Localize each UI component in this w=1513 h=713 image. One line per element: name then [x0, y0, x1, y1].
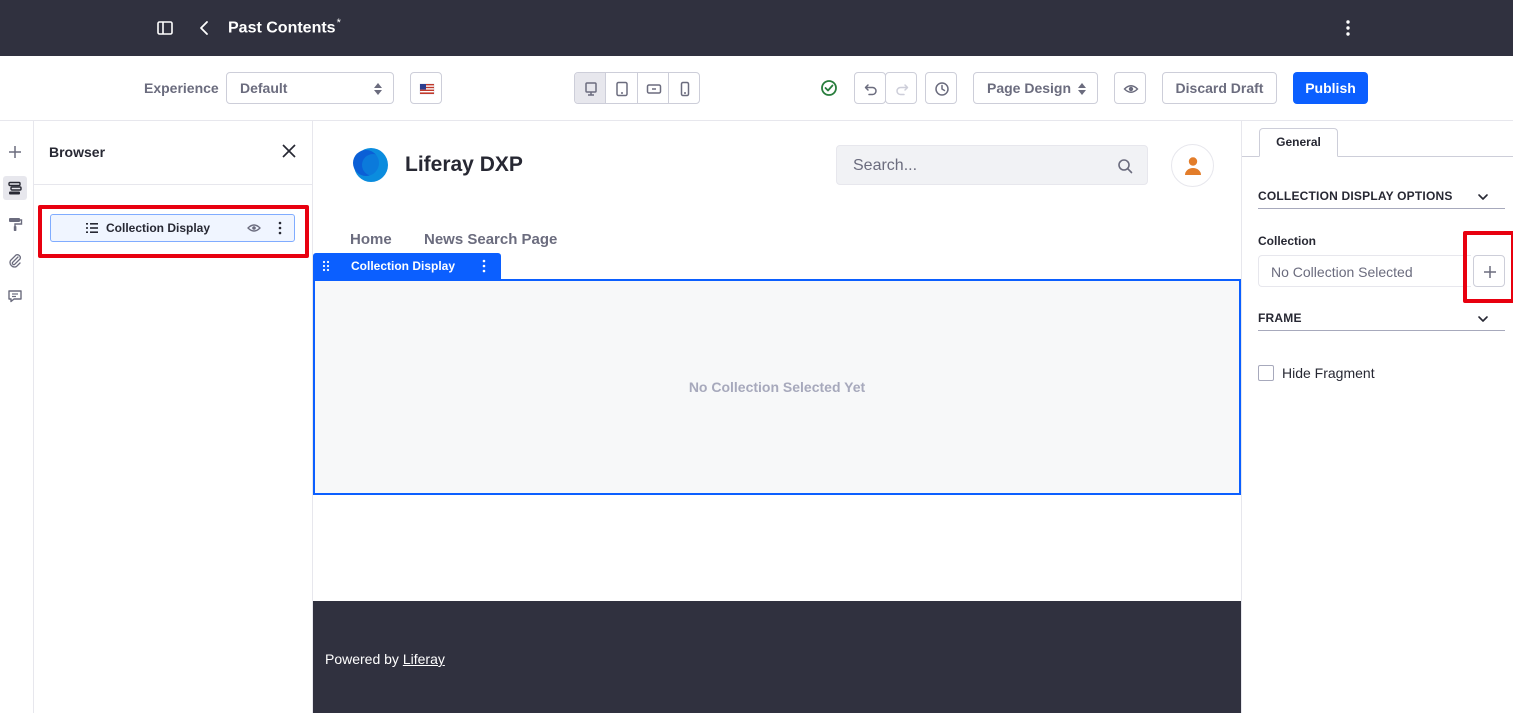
- paint-roller-icon: [9, 218, 23, 231]
- nav-link-news-search[interactable]: News Search Page: [424, 231, 557, 248]
- liferay-logo: [349, 146, 389, 184]
- check-circle-icon: [820, 79, 838, 97]
- browser-panel: Browser Collection Display: [34, 121, 313, 713]
- comments-icon: [8, 290, 22, 303]
- browser-icon: [8, 181, 22, 195]
- sidebar-toggle-icon[interactable]: [156, 19, 174, 37]
- page-design-select[interactable]: Page Design: [973, 72, 1098, 104]
- user-avatar[interactable]: [1171, 144, 1214, 187]
- page-design-options-button[interactable]: [3, 212, 27, 236]
- sidebar-rail: [0, 121, 34, 713]
- discard-draft-button[interactable]: Discard Draft: [1162, 72, 1277, 104]
- browser-button[interactable]: [3, 176, 27, 200]
- history-button[interactable]: [925, 72, 957, 104]
- kebab-icon[interactable]: [277, 221, 283, 235]
- device-preview-group: [574, 72, 700, 104]
- clock-icon: [935, 82, 949, 96]
- plus-icon: [9, 146, 21, 158]
- editor-toolbar: Experience Default Page Design Discard D…: [0, 56, 1513, 121]
- collection-label: Collection: [1258, 234, 1317, 248]
- portrait-phone-icon: [680, 81, 689, 97]
- tree-item-label: Collection Display: [106, 221, 211, 235]
- browser-header: Browser: [34, 121, 313, 185]
- us-flag-icon: [419, 83, 435, 95]
- hide-fragment-label[interactable]: Hide Fragment: [1282, 365, 1375, 381]
- redo-icon: [896, 84, 909, 96]
- landscape-device-button[interactable]: [638, 73, 669, 103]
- list-icon: [85, 221, 99, 235]
- user-icon: [1185, 157, 1201, 175]
- redo-button[interactable]: [885, 72, 917, 104]
- mapping-button[interactable]: [3, 248, 27, 272]
- tablet-icon: [616, 81, 628, 97]
- eye-icon: [1123, 85, 1139, 93]
- back-chevron-icon[interactable]: [196, 19, 214, 37]
- comments-button[interactable]: [3, 284, 27, 308]
- footer-text: Powered by Liferay: [325, 651, 445, 667]
- collection-display-options-section[interactable]: COLLECTION DISPLAY OPTIONS: [1258, 187, 1505, 209]
- landscape-phone-icon: [646, 84, 661, 94]
- hide-fragment-checkbox[interactable]: [1258, 365, 1274, 381]
- kebab-menu-icon[interactable]: [1339, 19, 1357, 37]
- paperclip-icon: [9, 254, 21, 268]
- desktop-icon: [585, 82, 597, 96]
- undo-icon: [864, 84, 877, 96]
- select-arrows-icon: [1078, 83, 1086, 95]
- collection-display-fragment[interactable]: No Collection Selected Yet: [313, 279, 1241, 495]
- search-input[interactable]: Search...: [836, 145, 1148, 185]
- close-icon[interactable]: [281, 143, 297, 159]
- experience-label: Experience: [144, 80, 219, 96]
- drag-handle-icon[interactable]: [322, 260, 330, 272]
- configuration-sidebar: General COLLECTION DISPLAY OPTIONS Colle…: [1241, 121, 1513, 713]
- tab-general[interactable]: General: [1259, 128, 1338, 157]
- site-name: Liferay DXP: [405, 153, 523, 176]
- select-collection-button[interactable]: [1473, 255, 1505, 287]
- page-title: Past Contents*: [228, 17, 341, 37]
- portrait-device-button[interactable]: [669, 73, 699, 103]
- browser-title: Browser: [49, 144, 106, 160]
- fragment-topper[interactable]: Collection Display: [313, 253, 501, 279]
- page-footer: Powered by Liferay: [313, 601, 1241, 713]
- nav-link-home[interactable]: Home: [350, 231, 392, 248]
- frame-section[interactable]: FRAME: [1258, 309, 1505, 331]
- add-fragments-button[interactable]: [3, 140, 27, 164]
- plus-icon: [1484, 266, 1496, 278]
- tree-item-collection-display[interactable]: Collection Display: [50, 214, 295, 242]
- fragment-label: Collection Display: [351, 259, 456, 273]
- eye-icon[interactable]: [247, 222, 261, 234]
- search-icon: [1118, 159, 1133, 174]
- publish-button[interactable]: Publish: [1293, 72, 1368, 104]
- experience-select[interactable]: Default: [226, 72, 394, 104]
- collection-field[interactable]: No Collection Selected: [1258, 255, 1471, 287]
- select-arrows-icon: [374, 83, 382, 95]
- desktop-device-button[interactable]: [575, 73, 607, 103]
- preview-button[interactable]: [1114, 72, 1146, 104]
- footer-link[interactable]: Liferay: [403, 651, 445, 667]
- kebab-icon[interactable]: [481, 259, 487, 273]
- chevron-down-icon: [1478, 316, 1488, 322]
- locale-button[interactable]: [410, 72, 442, 104]
- tablet-device-button[interactable]: [606, 73, 638, 103]
- top-bar: Past Contents*: [0, 0, 1513, 56]
- page-canvas: Liferay DXP Search... Home News Search P…: [313, 121, 1241, 713]
- undo-button[interactable]: [854, 72, 886, 104]
- chevron-down-icon: [1478, 194, 1488, 200]
- empty-state-message: No Collection Selected Yet: [688, 379, 866, 395]
